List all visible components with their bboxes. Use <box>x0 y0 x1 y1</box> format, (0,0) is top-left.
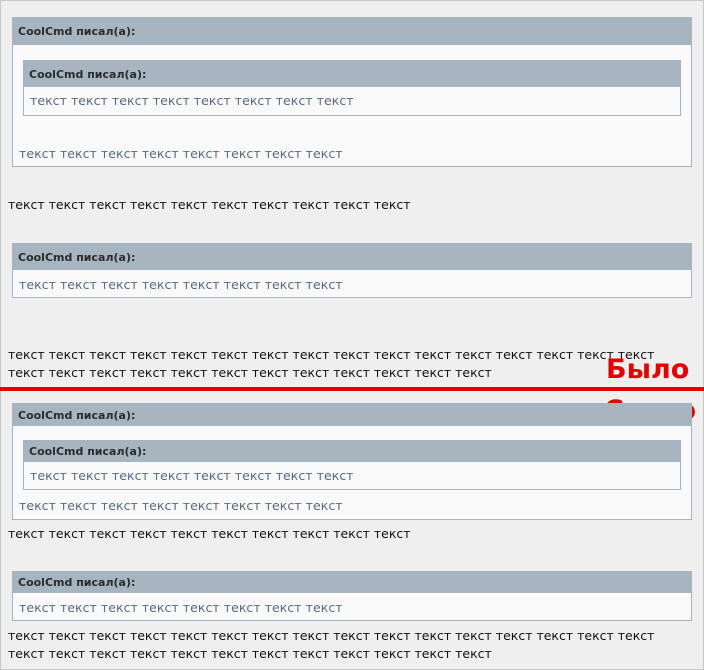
before-outer-quote-author: CoolCmd писал(а): <box>18 25 136 38</box>
after-text-1: текст текст текст текст текст текст текс… <box>8 526 411 541</box>
after-text-2-line1: текст текст текст текст текст текст текс… <box>8 628 655 643</box>
before-outer-quote-header: CoolCmd писал(а): <box>13 18 691 45</box>
after-outer-quote-text: текст текст текст текст текст текст текс… <box>19 498 343 513</box>
after-inner-quote-text: текст текст текст текст текст текст текс… <box>30 468 354 483</box>
after-inner-quote-author: CoolCmd писал(а): <box>29 445 147 458</box>
before-text-2-line2: текст текст текст текст текст текст текс… <box>8 365 492 380</box>
before-inner-quote: CoolCmd писал(а): текст текст текст текс… <box>23 60 681 116</box>
before-inner-quote-author: CoolCmd писал(а): <box>29 67 147 81</box>
before-single-quote-author: CoolCmd писал(а): <box>18 250 136 264</box>
after-single-quote-author: CoolCmd писал(а): <box>18 576 136 589</box>
after-inner-quote-header: CoolCmd писал(а): <box>24 441 680 462</box>
before-outer-quote-text: текст текст текст текст текст текст текс… <box>19 146 343 161</box>
after-single-quote-header: CoolCmd писал(а): <box>13 572 691 593</box>
label-before: Было <box>606 354 690 385</box>
after-single-quote-text: текст текст текст текст текст текст текс… <box>19 600 343 615</box>
before-single-quote-text: текст текст текст текст текст текст текс… <box>19 277 343 292</box>
before-single-quote: CoolCmd писал(а): текст текст текст текс… <box>12 243 692 298</box>
before-single-quote-header: CoolCmd писал(а): <box>13 244 691 270</box>
after-outer-quote-header: CoolCmd писал(а): <box>13 404 691 426</box>
after-outer-quote: CoolCmd писал(а): CoolCmd писал(а): текс… <box>12 403 692 520</box>
before-text-2-line1: текст текст текст текст текст текст текс… <box>8 347 655 362</box>
before-inner-quote-header: CoolCmd писал(а): <box>24 61 680 87</box>
after-single-quote: CoolCmd писал(а): текст текст текст текс… <box>12 571 692 621</box>
before-outer-quote: CoolCmd писал(а): CoolCmd писал(а): текс… <box>12 17 692 167</box>
after-text-2-line2: текст текст текст текст текст текст текс… <box>8 646 492 661</box>
before-inner-quote-text: текст текст текст текст текст текст текс… <box>30 93 354 108</box>
after-inner-quote: CoolCmd писал(а): текст текст текст текс… <box>23 440 681 490</box>
after-outer-quote-author: CoolCmd писал(а): <box>18 408 136 422</box>
divider-line <box>0 387 704 391</box>
before-text-1: текст текст текст текст текст текст текс… <box>8 197 411 212</box>
